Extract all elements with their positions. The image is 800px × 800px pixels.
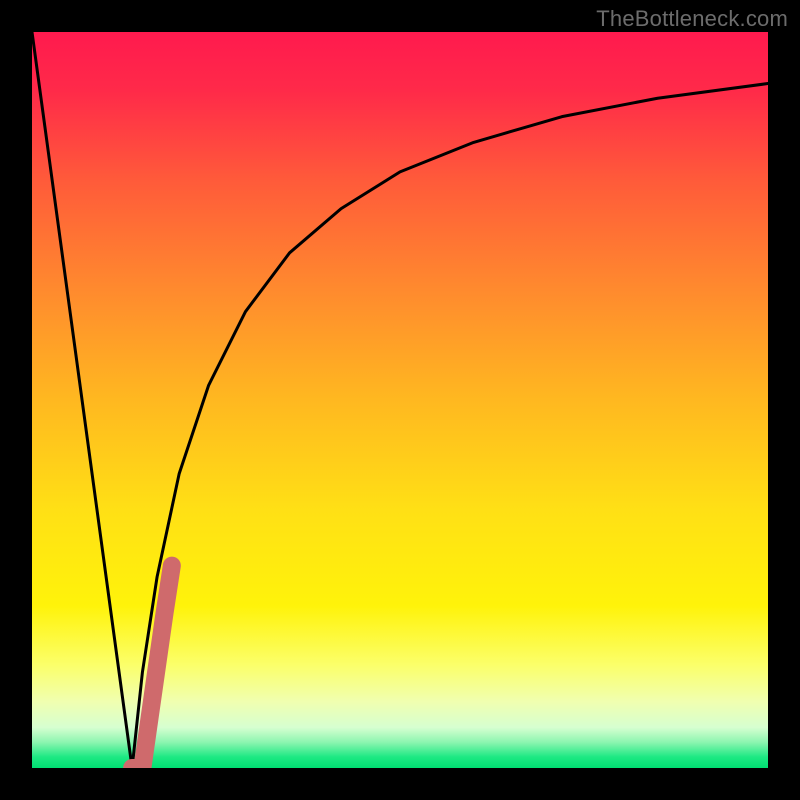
watermark-text: TheBottleneck.com: [596, 6, 788, 32]
plot-area: [32, 32, 768, 768]
chart-frame: TheBottleneck.com: [0, 0, 800, 800]
chart-curves: [32, 32, 768, 768]
right-curve-segment: [132, 84, 768, 768]
left-curve-segment: [32, 32, 132, 768]
highlight-marker: [132, 566, 172, 768]
